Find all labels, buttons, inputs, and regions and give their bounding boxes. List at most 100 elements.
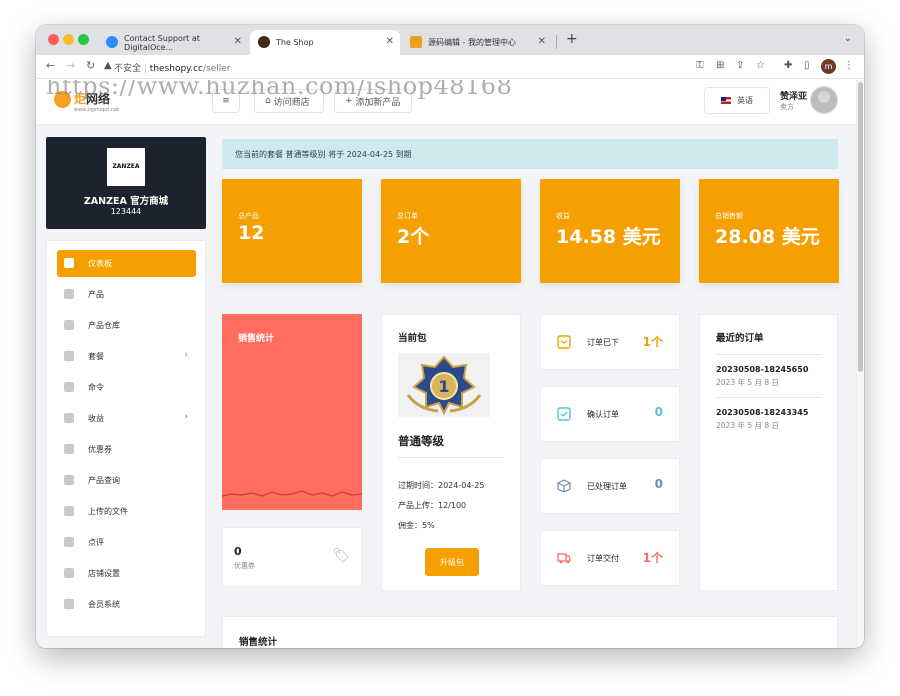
package-medal-image: 1: [398, 353, 490, 417]
logo-subtext: www.tigshopit.net: [74, 107, 120, 113]
coupon-card[interactable]: 0 优惠券 🏷: [222, 527, 362, 587]
dollar-icon: [64, 413, 74, 423]
question-icon: [64, 475, 74, 485]
key-icon[interactable]: ⚿: [696, 60, 704, 71]
reload-icon[interactable]: ↻: [86, 59, 95, 72]
visit-shop-button[interactable]: ⌂ 访问商店: [254, 89, 324, 113]
sidebar-item-9[interactable]: 上传的文件: [57, 498, 196, 525]
forward-arrow-icon[interactable]: →: [66, 59, 75, 72]
user-name[interactable]: 赞泽亚: [780, 89, 807, 102]
translate-icon[interactable]: ⊞: [716, 60, 724, 71]
coupon-icon: [64, 444, 74, 454]
side-panel-icon[interactable]: ▯: [804, 60, 810, 71]
sidebar-item-label: 收益: [88, 414, 104, 423]
recent-order-date: 2023 年 5 月 8 日: [716, 421, 780, 430]
browser-toolbar: ← → ↻ ▲ 不安全 | theshopy.cc/seller ⚿ ⊞ ⇪ ☆…: [36, 55, 864, 79]
order-status-label: 订单交付: [587, 554, 619, 563]
bookmark-star-icon[interactable]: ☆: [756, 60, 765, 71]
tab-title: The Shop: [276, 38, 314, 47]
processed-orders-card[interactable]: 已处理订单 0: [540, 458, 680, 514]
browser-menu-kebab-icon[interactable]: ⋮: [844, 60, 854, 71]
us-flag-icon: [721, 97, 731, 104]
sidebar-item-7[interactable]: 优惠券: [57, 436, 196, 463]
url-path: /seller: [202, 64, 231, 74]
tab-strip: Contact Support at DigitalOce... ✕ The S…: [36, 25, 864, 55]
user-role: 卖方: [780, 103, 794, 111]
tab-the-shop[interactable]: The Shop ✕: [250, 30, 400, 55]
extensions-puzzle-icon[interactable]: ✚: [784, 60, 792, 71]
recent-order-code[interactable]: 20230508-18243345: [716, 408, 808, 417]
divider: [398, 457, 504, 458]
tab-source-editor[interactable]: 源码编辑 - 我的管理中心 ✕: [402, 30, 552, 55]
recent-orders-title: 最近的订单: [716, 333, 764, 344]
sidebar-item-12[interactable]: 会员系统: [57, 591, 196, 618]
new-tab-plus-icon[interactable]: +: [566, 31, 578, 47]
sidebar-item-4[interactable]: 套餐 ›: [57, 343, 196, 370]
sales-stats-chart-card: 销售统计: [222, 616, 838, 648]
sidebar-item-11[interactable]: 店铺设置: [57, 560, 196, 587]
sidebar-item-1[interactable]: 仪表板: [57, 250, 196, 277]
recent-orders-card: 最近的订单 20230508-18245650 2023 年 5 月 8 日 2…: [699, 314, 838, 591]
profile-avatar[interactable]: m: [821, 59, 836, 74]
sidebar-item-label: 优惠券: [88, 445, 112, 454]
sidebar-item-label: 仪表板: [88, 259, 112, 268]
sidebar-item-5[interactable]: 命令: [57, 374, 196, 401]
site-logo[interactable]: 炬网络 www.tigshopit.net: [54, 89, 144, 117]
plus-icon: +: [345, 96, 356, 106]
scrollbar-thumb[interactable]: [858, 82, 863, 372]
sidebar-item-2[interactable]: 产品: [57, 281, 196, 308]
sidebar-item-label: 会员系统: [88, 600, 120, 609]
user-avatar[interactable]: [810, 86, 838, 114]
recent-order-code[interactable]: 20230508-18245650: [716, 365, 808, 374]
order-placed-icon: [557, 335, 571, 349]
orders-placed-card[interactable]: 订单已下 1个: [540, 314, 680, 370]
shop-logo[interactable]: ZANZEA: [107, 148, 145, 186]
back-arrow-icon[interactable]: ←: [46, 59, 55, 72]
add-new-product-button[interactable]: + 添加新产品: [334, 89, 412, 113]
coupon-count: 0: [234, 545, 242, 558]
chevron-right-icon: ›: [184, 412, 188, 422]
sidebar-item-8[interactable]: 产品查询: [57, 467, 196, 494]
delivered-orders-card[interactable]: 订单交付 1个: [540, 530, 680, 586]
sidebar-item-label: 产品仓库: [88, 321, 120, 330]
close-tab-icon[interactable]: ✕: [234, 36, 242, 47]
minimize-window-button[interactable]: [63, 34, 74, 45]
close-tab-icon[interactable]: ✕: [386, 36, 394, 47]
browser-window: Contact Support at DigitalOce... ✕ The S…: [36, 25, 864, 648]
tab-digitalocean[interactable]: Contact Support at DigitalOce... ✕: [98, 30, 248, 55]
close-window-button[interactable]: [48, 34, 59, 45]
sidebar-item-label: 点评: [88, 538, 104, 547]
menu-toggle-button[interactable]: ≡: [212, 89, 240, 113]
address-bar[interactable]: 不安全 | theshopy.cc/seller: [114, 61, 230, 74]
language-selector[interactable]: 英语: [704, 87, 770, 114]
package-title: 当前包: [398, 333, 427, 344]
warning-icon[interactable]: ▲: [104, 60, 112, 71]
page-scrollbar[interactable]: [856, 80, 864, 648]
chevron-right-icon: ›: [184, 350, 188, 360]
sidebar-item-label: 店铺设置: [88, 569, 120, 578]
upgrade-package-button[interactable]: 升级包: [425, 548, 479, 576]
medal-icon: 1: [406, 355, 482, 416]
maximize-window-button[interactable]: [78, 34, 89, 45]
tab-menu-chevron-icon[interactable]: ⌄: [844, 33, 852, 44]
box-icon: [64, 289, 74, 299]
sales-chart-title: 销售统计: [239, 637, 278, 648]
shop-id: 123444: [110, 207, 142, 216]
logo-mark-icon: [54, 91, 71, 108]
close-tab-icon[interactable]: ✕: [538, 36, 546, 47]
confirmed-orders-card[interactable]: 确认订单 0: [540, 386, 680, 442]
sidebar-item-3[interactable]: 产品仓库: [57, 312, 196, 339]
share-icon[interactable]: ⇪: [736, 60, 744, 71]
sidebar-item-6[interactable]: 收益 ›: [57, 405, 196, 432]
package-expiry: 过期时间：2024-04-25: [398, 481, 485, 490]
logo-text: 炬网络: [74, 92, 111, 106]
command-icon: [64, 382, 74, 392]
sales-sparkline: [222, 490, 362, 497]
tab-title: 源码编辑 - 我的管理中心: [428, 38, 516, 47]
tab-separator: [556, 35, 557, 49]
order-status-label: 订单已下: [587, 338, 619, 347]
package-commission: 佣金：5%: [398, 521, 435, 530]
sidebar-item-10[interactable]: 点评: [57, 529, 196, 556]
sidebar-item-label: 产品: [88, 290, 104, 299]
order-status-value: 1个: [642, 551, 663, 565]
